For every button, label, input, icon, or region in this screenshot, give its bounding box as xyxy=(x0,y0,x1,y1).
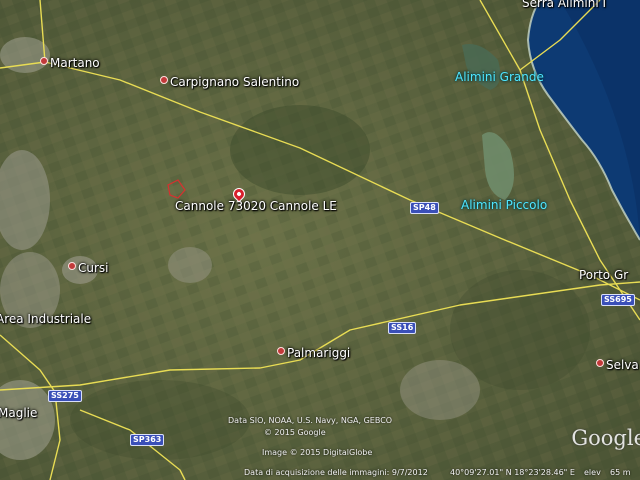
place-label-text: Alimini Grande xyxy=(455,70,544,84)
place-label-text: Porto Gr xyxy=(579,268,629,282)
place-label-text: Selva xyxy=(606,358,639,372)
place-label-cursi[interactable]: Cursi xyxy=(68,261,109,275)
attribution-line2: © 2015 Google xyxy=(264,428,326,437)
place-label-porto[interactable]: Porto Gr xyxy=(579,268,628,282)
place-label-serra[interactable]: Serra Alimini I xyxy=(522,0,606,10)
place-marker-icon xyxy=(68,262,76,270)
place-label-martano[interactable]: Martano xyxy=(40,56,100,70)
place-label-palmariggi[interactable]: Palmariggi xyxy=(277,346,350,360)
road-shield-ss16[interactable]: SS16 xyxy=(388,322,417,334)
road-shield-sp48[interactable]: SP48 xyxy=(410,202,439,214)
place-label-maglie[interactable]: Maglie xyxy=(0,406,37,420)
elevation-label: elev xyxy=(584,468,601,477)
status-bar: Data di acquisizione delle immagini: 9/7… xyxy=(0,466,640,480)
coordinates-readout: 40°09'27.01" N 18°23'28.46" E xyxy=(450,468,575,477)
place-marker-icon xyxy=(40,57,48,65)
attribution-line3: Image © 2015 DigitalGlobe xyxy=(262,448,373,457)
acquisition-date: Data di acquisizione delle immagini: 9/7… xyxy=(244,468,428,477)
place-label-text: Area Industriale xyxy=(0,312,92,326)
road-shield-ss695[interactable]: SS695 xyxy=(601,294,635,306)
road-shield-sp363[interactable]: SP363 xyxy=(130,434,165,446)
satellite-map[interactable]: Martano Carpignano Salentino Cannole 73020… xyxy=(0,0,640,480)
place-label-carpignano[interactable]: Carpignano Salentino xyxy=(160,75,299,89)
place-label-text: Maglie xyxy=(0,406,38,420)
woodland-patch xyxy=(70,380,250,460)
place-marker-icon xyxy=(160,76,168,84)
place-label-alimini_p[interactable]: Alimini Piccolo xyxy=(461,198,547,212)
place-label-text: Alimini Piccolo xyxy=(461,198,548,212)
place-label-alimini_g[interactable]: Alimini Grande xyxy=(455,70,544,84)
place-label-text: Cursi xyxy=(78,261,109,275)
place-label-text: Martano xyxy=(50,56,100,70)
place-label-text: Carpignano Salentino xyxy=(170,75,300,89)
map-imagery xyxy=(0,0,640,480)
google-logo: Google xyxy=(571,426,640,450)
place-label-text: Cannole 73020 Cannole LE xyxy=(175,199,337,213)
road-shield-ss275[interactable]: SS275 xyxy=(48,390,82,402)
place-label-text: Serra Alimini I xyxy=(522,0,607,10)
place-label-cannole[interactable]: Cannole 73020 Cannole LE xyxy=(175,199,337,213)
town-area xyxy=(168,247,212,283)
elevation-value: 65 m xyxy=(610,468,631,477)
attribution-line1: Data SIO, NOAA, U.S. Navy, NGA, GEBCO xyxy=(228,416,393,425)
woodland-patch xyxy=(230,105,370,195)
place-marker-icon xyxy=(277,347,285,355)
place-label-area_ind[interactable]: Area Industriale xyxy=(0,312,91,326)
town-area xyxy=(400,360,480,420)
place-label-selva[interactable]: Selva xyxy=(596,358,639,372)
place-marker-icon xyxy=(596,359,604,367)
place-label-text: Palmariggi xyxy=(287,346,351,360)
